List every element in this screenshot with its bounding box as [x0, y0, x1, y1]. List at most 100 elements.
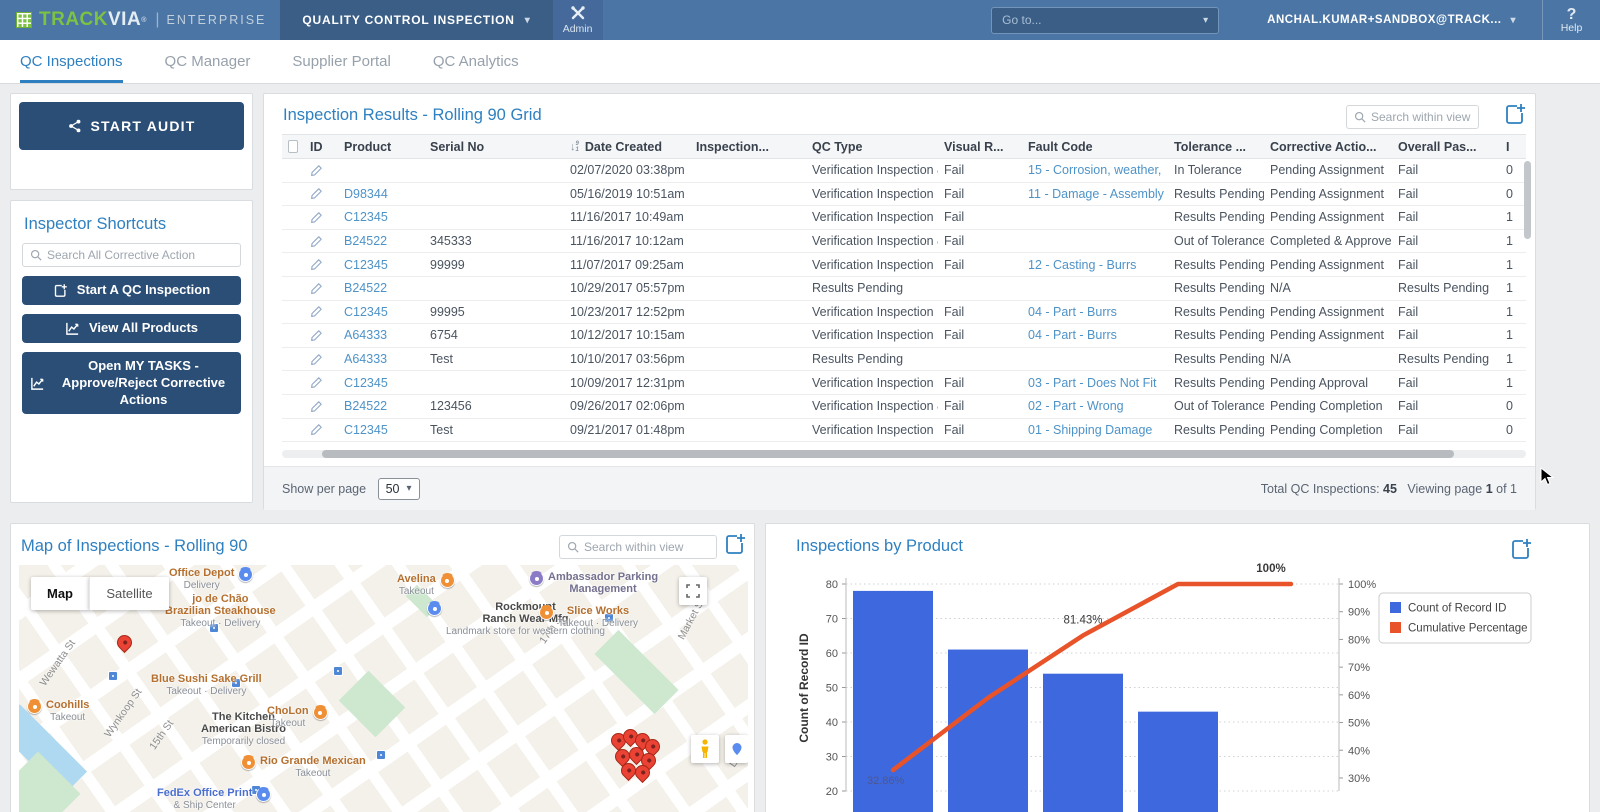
fault-code-link[interactable]: 04 - Part - Burrs [1028, 305, 1117, 319]
map-type-button-satellite[interactable]: Satellite [89, 577, 169, 610]
fault-code-link[interactable]: 12 - Casting - Burrs [1028, 258, 1136, 272]
street-view-pegman[interactable] [691, 735, 719, 763]
map-poi-avelina[interactable]: Avelina Takeout [397, 573, 455, 598]
table-row[interactable]: B2452234533311/16/2017 10:12amVerificati… [282, 230, 1526, 254]
column-header-fault-code[interactable]: Fault Code [1022, 140, 1168, 154]
product-link[interactable]: C12345 [344, 305, 388, 319]
map-type-button-map[interactable]: Map [31, 577, 89, 610]
poi-pin-icon[interactable] [313, 705, 328, 720]
admin-button[interactable]: Admin [553, 0, 603, 40]
map-poi-rio-grande-mexican[interactable]: Rio Grande Mexican Takeout [241, 755, 366, 780]
map-poi-slice-works[interactable]: Slice Works Takeout · Delivery [539, 605, 638, 630]
column-header-inspection[interactable]: Inspection... [690, 140, 806, 154]
edit-pencil-icon[interactable] [310, 353, 323, 366]
map-search-input[interactable] [584, 540, 709, 554]
table-row[interactable]: C123459999510/23/2017 12:52pmVerificatio… [282, 301, 1526, 325]
tab-qc-inspections[interactable]: QC Inspections [20, 40, 123, 83]
table-row[interactable]: B2452210/29/2017 05:57pmResults PendingR… [282, 277, 1526, 301]
corrective-action-search-input[interactable] [47, 248, 233, 262]
inspection-marker-pin[interactable] [114, 632, 135, 653]
table-row[interactable]: C12345Test09/21/2017 01:48pmVerification… [282, 419, 1526, 443]
grid-search-input[interactable] [1371, 110, 1471, 124]
map-poi-ambassador-parking[interactable]: Ambassador ParkingManagement [529, 571, 658, 595]
poi-pin-icon[interactable] [529, 571, 544, 586]
product-link[interactable]: C12345 [344, 210, 388, 224]
fault-code-link[interactable]: 15 - Corrosion, weather, [1028, 163, 1161, 177]
poi-pin-icon[interactable] [241, 755, 256, 770]
table-row[interactable]: C1234511/16/2017 10:49amVerification Ins… [282, 206, 1526, 230]
app-selector-dropdown[interactable]: QUALITY CONTROL INSPECTION ▾ [280, 0, 552, 40]
table-horizontal-scrollbar[interactable] [282, 450, 1526, 458]
column-header-corrective-actio[interactable]: Corrective Actio... [1264, 140, 1392, 154]
fault-code-link[interactable]: 03 - Part - Does Not Fit [1028, 376, 1157, 390]
fullscreen-button[interactable] [679, 577, 707, 605]
tab-supplier-portal[interactable]: Supplier Portal [292, 40, 390, 83]
map-search[interactable] [559, 535, 717, 559]
page-size-select[interactable]: 50 ▾ [378, 478, 420, 500]
fault-code-link[interactable]: 11 - Damage - Assembly [1028, 187, 1164, 201]
edit-pencil-icon[interactable] [310, 329, 323, 342]
product-link[interactable]: B24522 [344, 399, 387, 413]
user-menu[interactable]: ANCHAL.KUMAR+SANDBOX@TRACK... ▾ [1267, 0, 1516, 40]
product-link[interactable]: A64333 [344, 328, 387, 342]
product-link[interactable]: A64333 [344, 352, 387, 366]
transit-stop-icon[interactable] [333, 666, 343, 676]
start-audit-button[interactable]: START AUDIT [19, 102, 244, 150]
edit-pencil-icon[interactable] [310, 400, 323, 413]
column-header-checkbox[interactable] [282, 140, 304, 153]
poi-pin-icon[interactable] [427, 601, 442, 616]
table-row[interactable]: 02/07/2020 03:38pmVerification Inspectio… [282, 159, 1526, 183]
help-button[interactable]: ? Help [1542, 0, 1600, 40]
map-poi-office-depot[interactable]: Office Depot Delivery [169, 567, 253, 592]
fault-code-link[interactable]: 04 - Part - Burrs [1028, 328, 1117, 342]
map-poi-blue-sushi-sake-grill[interactable]: Blue Sushi Sake Grill Takeout · Delivery [151, 673, 262, 698]
trackvia-logo[interactable]: TRACKVIA® | ENTERPRISE [0, 0, 280, 40]
edit-pencil-icon[interactable] [310, 423, 323, 436]
map-poi-fedex-office-print[interactable]: FedEx Office Print & Ship Center [157, 787, 271, 812]
shortcut-view-all-products-button[interactable]: View All Products [22, 314, 241, 343]
poi-pin-icon[interactable] [440, 573, 455, 588]
product-link[interactable]: B24522 [344, 234, 387, 248]
column-header-visual-r[interactable]: Visual R... [938, 140, 1022, 154]
column-header-date-created[interactable]: ↓91Date Created [564, 140, 690, 154]
product-link[interactable]: C12345 [344, 423, 388, 437]
edit-pencil-icon[interactable] [310, 305, 323, 318]
table-row[interactable]: C123459999911/07/2017 09:25amVerificatio… [282, 253, 1526, 277]
edit-pencil-icon[interactable] [310, 376, 323, 389]
column-header-qc-type[interactable]: QC Type [806, 140, 938, 154]
table-vertical-scrollbar[interactable] [1524, 161, 1531, 239]
table-row[interactable]: A64333675410/12/2017 10:15amVerification… [282, 324, 1526, 348]
shortcut-open-my-tasks-approve-reject-button[interactable]: Open MY TASKS - Approve/Reject Correctiv… [22, 352, 241, 415]
edit-pencil-icon[interactable] [310, 211, 323, 224]
map-poi-jo-de-ch-o[interactable]: jo de ChãoBrazilian Steakhouse Takeout ·… [165, 593, 276, 630]
product-link[interactable]: C12345 [344, 376, 388, 390]
product-link[interactable]: C12345 [344, 258, 388, 272]
hscrollbar-thumb[interactable] [322, 450, 1454, 458]
column-header-product[interactable]: Product [338, 140, 424, 154]
poi-pin-icon[interactable] [238, 567, 253, 582]
column-header-serial-no[interactable]: Serial No [424, 140, 564, 154]
edit-pencil-icon[interactable] [310, 258, 323, 271]
edit-pencil-icon[interactable] [310, 164, 323, 177]
column-header-overall-pas[interactable]: Overall Pas... [1392, 140, 1500, 154]
shortcut-start-a-qc-inspection-button[interactable]: Start A QC Inspection [22, 276, 241, 305]
grid-search[interactable] [1346, 105, 1479, 129]
edit-pencil-icon[interactable] [310, 235, 323, 248]
map-poi-cholon[interactable]: ChoLon Takeout [267, 705, 328, 730]
transit-stop-icon[interactable] [376, 750, 386, 760]
product-link[interactable]: B24522 [344, 281, 387, 295]
tab-qc-analytics[interactable]: QC Analytics [433, 40, 519, 83]
poi-pin-icon[interactable] [539, 605, 554, 620]
new-record-icon[interactable] [723, 532, 747, 556]
table-row[interactable]: B2452212345609/26/2017 02:06pmVerificati… [282, 395, 1526, 419]
google-map[interactable]: Market St17th StWewatta StWynkoop St15th… [19, 565, 748, 812]
select-all-checkbox[interactable] [288, 140, 298, 153]
map-poi-coohills[interactable]: Coohills Takeout [27, 699, 89, 724]
new-record-icon[interactable] [1503, 102, 1527, 126]
fault-code-link[interactable]: 01 - Shipping Damage [1028, 423, 1152, 437]
product-link[interactable]: D98344 [344, 187, 388, 201]
map-view-control[interactable] [725, 735, 748, 763]
goto-dropdown[interactable]: Go to... ▾ [991, 7, 1219, 34]
poi-pin-icon[interactable] [256, 787, 271, 802]
column-header-tolerance[interactable]: Tolerance ... [1168, 140, 1264, 154]
